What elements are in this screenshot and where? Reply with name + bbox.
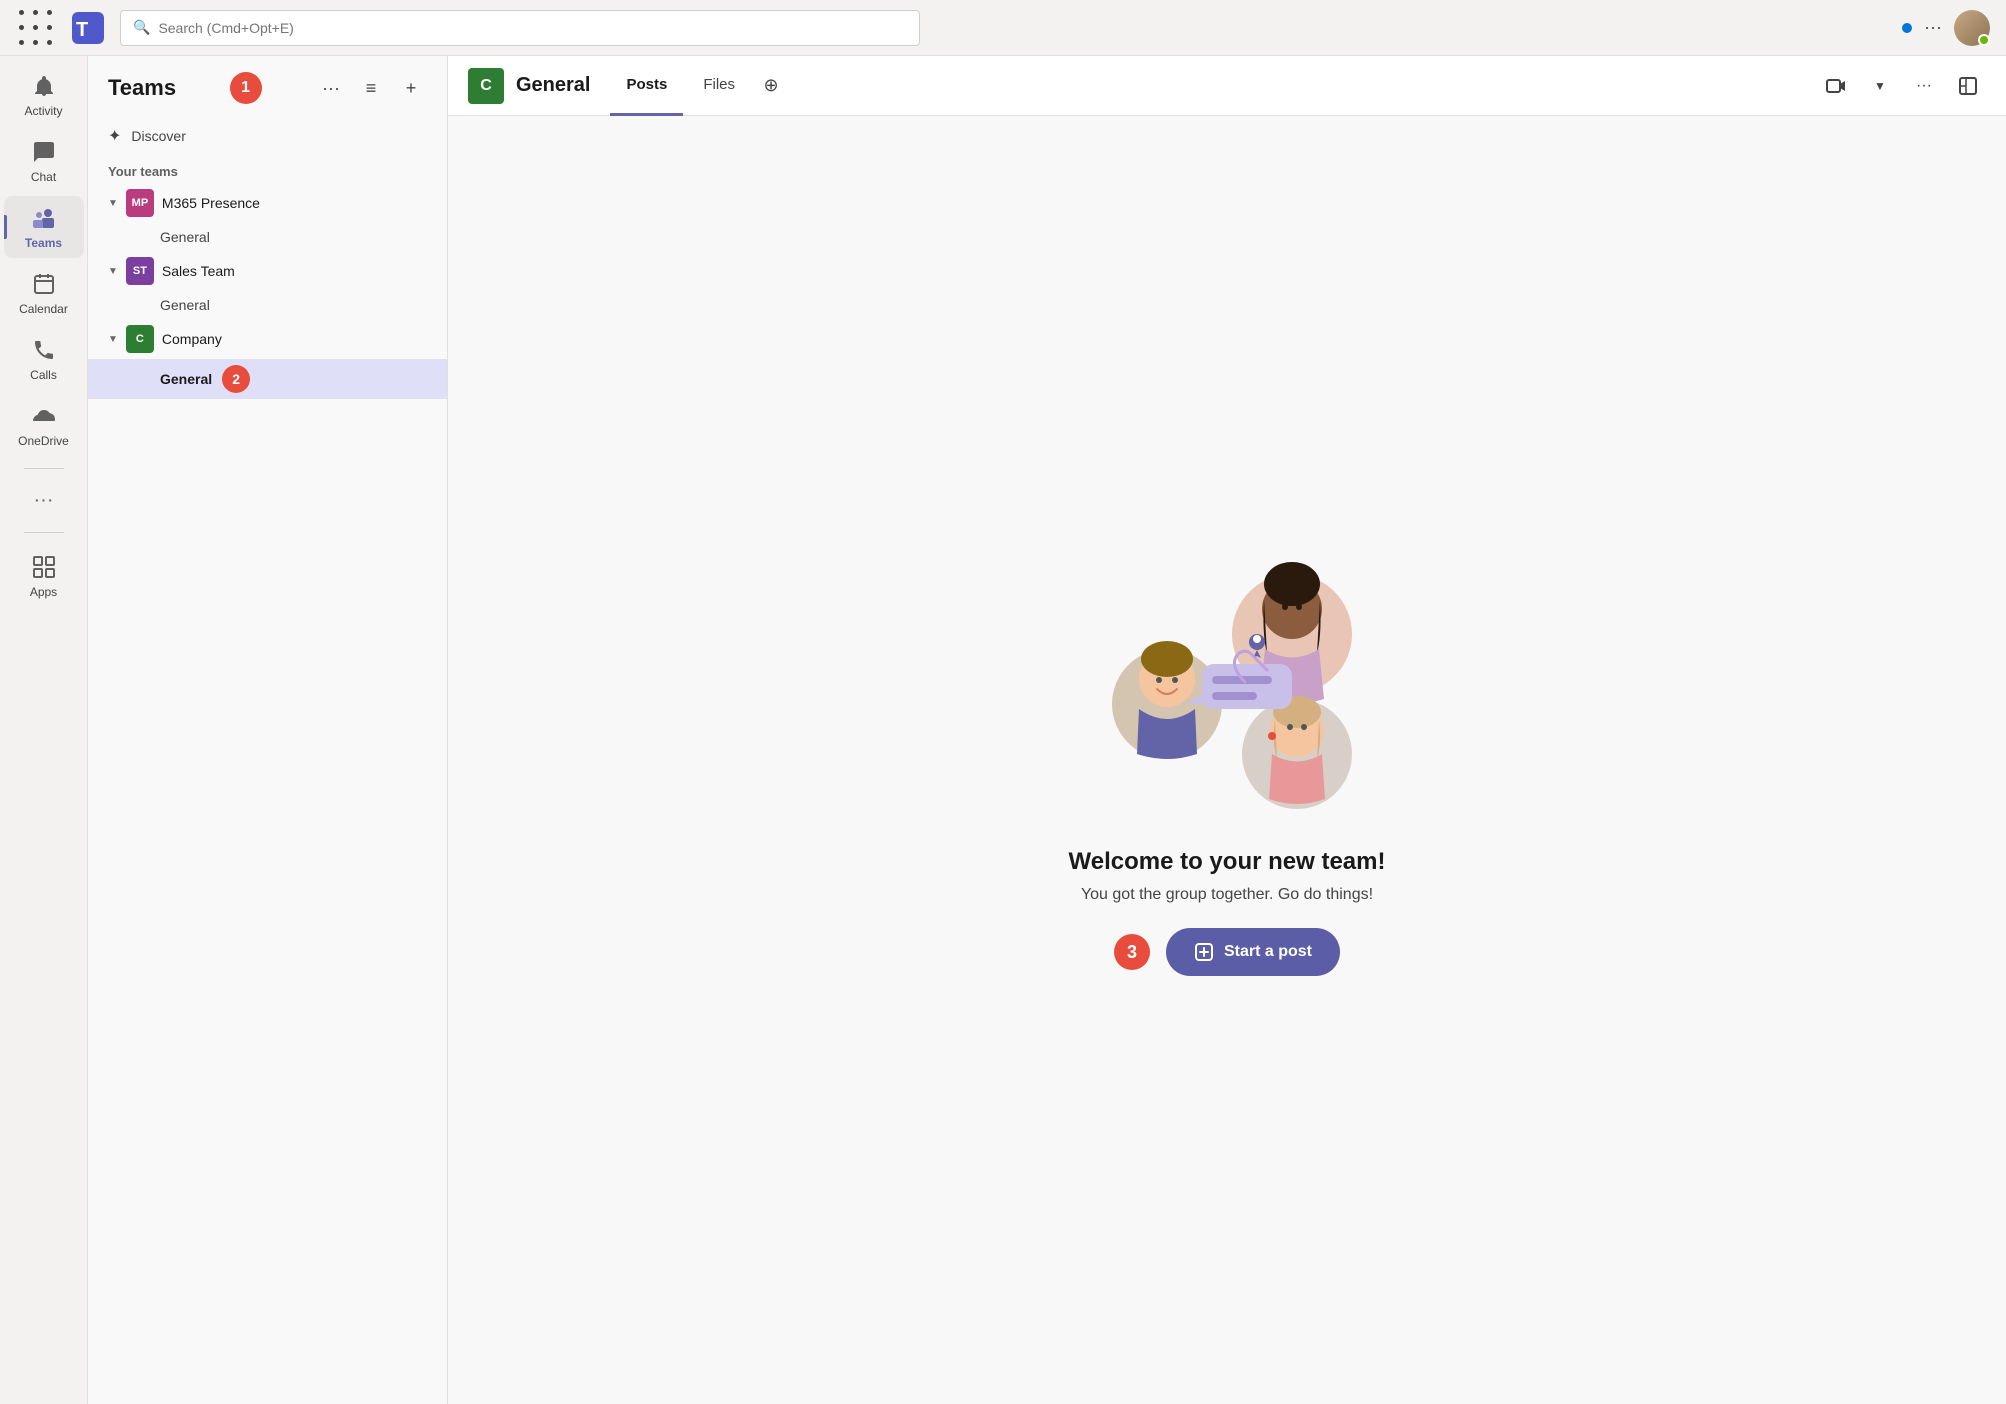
more-btn[interactable]: ··· [315, 72, 347, 104]
search-input[interactable] [158, 20, 907, 36]
apps-label: Apps [30, 585, 57, 599]
tab-posts[interactable]: Posts [610, 56, 683, 116]
channel-company-general[interactable]: General 2 [88, 359, 447, 399]
team-name-company: Company [162, 331, 222, 347]
channel-title: General [516, 74, 590, 97]
activity-label: Activity [24, 104, 62, 118]
nav-chat-wrap: Chat [4, 130, 84, 192]
channel-avatar: C [468, 68, 504, 104]
team-m365[interactable]: ▼ MP M365 Presence [88, 183, 447, 223]
welcome-illustration [1067, 544, 1387, 824]
teams-label: Teams [25, 236, 62, 250]
app-grid-icon[interactable] [16, 8, 56, 48]
more-options-btn[interactable]: ··· [1924, 17, 1942, 38]
nav-apps-wrap: Apps [4, 545, 84, 607]
activity-icon [30, 72, 58, 100]
onedrive-label: OneDrive [18, 434, 69, 448]
nav-activity-wrap: Activity [4, 64, 84, 126]
active-indicator [4, 215, 7, 239]
tab-bar: Posts Files ⊕ [610, 56, 787, 116]
sidebar-content: ✦ Discover Your teams ▼ MP M365 Presence… [88, 116, 447, 1404]
discover-icon: ✦ [108, 126, 121, 146]
sidebar-item-onedrive[interactable]: OneDrive [4, 394, 84, 456]
active-channel-name: General [160, 371, 212, 387]
sidebar-actions: ··· ≡ + [315, 72, 427, 104]
welcome-text: Welcome to your new team! You got the gr… [1069, 848, 1386, 904]
nav-calendar-wrap: Calendar [4, 262, 84, 324]
apps-icon [30, 553, 58, 581]
start-post-button[interactable]: Start a post [1166, 928, 1340, 976]
chevron-company: ▼ [108, 334, 118, 345]
chevron-m365: ▼ [108, 198, 118, 209]
sidebar-item-teams[interactable]: Teams [4, 196, 84, 258]
tab-files[interactable]: Files [687, 56, 751, 116]
video-call-btn[interactable] [1818, 68, 1854, 104]
step-badge-3: 3 [1114, 934, 1150, 970]
channel-m365-general[interactable]: General [88, 223, 447, 251]
add-team-btn[interactable]: + [395, 72, 427, 104]
step-badge-2: 2 [222, 365, 250, 393]
panel-header-right: ▼ ··· [1818, 68, 1986, 104]
search-icon: 🔍 [133, 19, 150, 36]
team-avatar-m365: MP [126, 189, 154, 217]
notification-dot [1902, 23, 1912, 33]
svg-text:T: T [76, 19, 88, 41]
nav-separator-2 [24, 532, 64, 533]
add-tab-btn[interactable]: ⊕ [755, 70, 787, 102]
welcome-title: Welcome to your new team! [1069, 848, 1386, 876]
your-teams-label: Your teams [88, 156, 447, 183]
sidebar-item-apps[interactable]: Apps [4, 545, 84, 607]
sidebar-item-calls[interactable]: Calls [4, 328, 84, 390]
step-badge-1: 1 [230, 72, 262, 104]
more-options-panel-btn[interactable]: ··· [1906, 68, 1942, 104]
main-content: Activity Chat [0, 56, 2006, 1404]
calls-label: Calls [30, 368, 57, 382]
team-name-sales: Sales Team [162, 263, 235, 279]
nav-separator [24, 468, 64, 469]
sidebar: Teams 1 ··· ≡ + ✦ Discover Your teams ▼ [88, 56, 448, 1404]
top-bar: T 🔍 ··· [0, 0, 2006, 56]
team-avatar-company: C [126, 325, 154, 353]
nav-teams-wrap: Teams [4, 196, 84, 258]
team-avatar-sales: ST [126, 257, 154, 285]
calendar-label: Calendar [19, 302, 68, 316]
teams-icon [30, 204, 58, 232]
chat-label: Chat [31, 170, 56, 184]
discover-item[interactable]: ✦ Discover [88, 116, 447, 156]
start-post-label: Start a post [1224, 943, 1312, 961]
avatar-wrap[interactable] [1954, 10, 1990, 46]
chevron-sales: ▼ [108, 266, 118, 277]
channel-sales-general[interactable]: General [88, 291, 447, 319]
filter-btn[interactable]: ≡ [355, 72, 387, 104]
top-bar-right: ··· [1902, 10, 1990, 46]
panel-header: C General Posts Files ⊕ ▼ ··· [448, 56, 2006, 116]
nav-onedrive-wrap: OneDrive [4, 394, 84, 456]
onedrive-icon [30, 402, 58, 430]
left-nav: Activity Chat [0, 56, 88, 1404]
presence-dot [1978, 34, 1990, 46]
sidebar-item-calendar[interactable]: Calendar [4, 262, 84, 324]
calls-icon [30, 336, 58, 364]
start-post-wrap: 3 Start a post [1114, 928, 1340, 976]
search-bar[interactable]: 🔍 [120, 10, 920, 46]
discover-label: Discover [131, 128, 185, 144]
calendar-icon [30, 270, 58, 298]
expand-btn[interactable] [1950, 68, 1986, 104]
team-sales[interactable]: ▼ ST Sales Team [88, 251, 447, 291]
teams-logo-icon: T [68, 8, 108, 48]
main-panel: C General Posts Files ⊕ ▼ ··· [448, 56, 2006, 1404]
sidebar-item-chat[interactable]: Chat [4, 130, 84, 192]
welcome-sub: You got the group together. Go do things… [1069, 886, 1386, 904]
more-apps-dots[interactable]: ··· [26, 481, 62, 520]
nav-calls-wrap: Calls [4, 328, 84, 390]
team-name-m365: M365 Presence [162, 195, 260, 211]
panel-content: Welcome to your new team! You got the gr… [448, 116, 2006, 1404]
sidebar-title: Teams [108, 75, 176, 101]
dropdown-btn[interactable]: ▼ [1862, 68, 1898, 104]
chat-icon [30, 138, 58, 166]
sidebar-header: Teams 1 ··· ≡ + [88, 56, 447, 116]
sidebar-item-activity[interactable]: Activity [4, 64, 84, 126]
team-company[interactable]: ▼ C Company [88, 319, 447, 359]
